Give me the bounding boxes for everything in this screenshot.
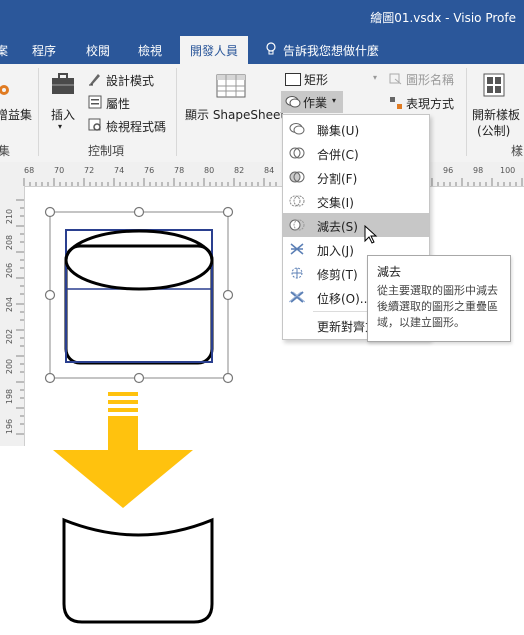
resize-handle bbox=[133, 206, 145, 218]
shape-name-icon bbox=[389, 73, 402, 85]
ribbon-tab-bar: 案 程序 校閱 檢視 開發人員 告訴我您想做什麼 bbox=[0, 36, 524, 64]
ruler-label: 96 bbox=[443, 166, 454, 175]
ruler-label: 74 bbox=[114, 166, 125, 175]
menu-item-label: 交集(I) bbox=[317, 196, 354, 210]
menu-item-combine[interactable]: 合併(C) bbox=[283, 141, 429, 165]
ruler-label: 72 bbox=[84, 166, 95, 175]
tooltip-title: 減去 bbox=[377, 265, 402, 279]
fragment-icon bbox=[289, 171, 305, 183]
tab-process[interactable]: 程序 bbox=[32, 42, 56, 59]
intersect-icon bbox=[289, 195, 305, 207]
properties-icon bbox=[88, 95, 102, 109]
view-code-icon bbox=[88, 118, 102, 132]
stencil-group-label: 樣 bbox=[511, 144, 524, 158]
menu-item-label: 合併(C) bbox=[317, 148, 359, 162]
menu-item-intersect[interactable]: 交集(I) bbox=[283, 189, 429, 213]
rectangle-button[interactable]: 矩形 bbox=[304, 71, 328, 88]
menu-item-label: 聯集(U) bbox=[317, 124, 360, 138]
addins-group-label: 集 bbox=[0, 144, 11, 158]
title-bar: 繪圖01.vsdx - Visio Profe bbox=[0, 0, 524, 36]
result-shape bbox=[62, 517, 214, 624]
new-stencil-metric-label: (公制) bbox=[477, 124, 511, 138]
show-shapesheet-button[interactable]: 顯示 ShapeSheet bbox=[185, 106, 285, 123]
combine-icon bbox=[289, 147, 305, 159]
gear-icon bbox=[0, 82, 12, 98]
resize-handle bbox=[222, 289, 234, 301]
shape-name-button[interactable]: 圖形名稱 bbox=[406, 71, 454, 88]
operations-label: 作業 bbox=[303, 96, 328, 110]
horizontal-ruler: 68 70 72 74 76 78 80 82 84 96 98 100 bbox=[0, 162, 524, 187]
resize-handle bbox=[222, 206, 234, 218]
subtract-icon bbox=[289, 219, 305, 231]
ruler-label: 98 bbox=[473, 166, 484, 175]
union-icon bbox=[289, 123, 305, 135]
offset-icon bbox=[289, 291, 305, 303]
chevron-down-icon: ▾ bbox=[332, 96, 337, 105]
tooltip-description: 從主要選取的圖形中減去後續選取的圖形之重疊區域，以建立圖形。 bbox=[377, 284, 498, 329]
group-divider bbox=[466, 68, 467, 156]
stencil-icon bbox=[482, 72, 506, 98]
operations-button[interactable]: 作業 ▾ bbox=[281, 91, 343, 113]
controls-group-label: 控制項 bbox=[88, 144, 125, 158]
ruler-label: 76 bbox=[144, 166, 155, 175]
shapesheet-icon bbox=[216, 74, 246, 98]
menu-item-union[interactable]: 聯集(U) bbox=[283, 117, 429, 141]
group-divider bbox=[176, 68, 177, 156]
mouse-cursor-icon bbox=[364, 225, 378, 244]
menu-item-label: 分割(F) bbox=[317, 172, 358, 186]
window-title: 繪圖01.vsdx - Visio Profe bbox=[370, 11, 516, 25]
tab-developer[interactable]: 開發人員 bbox=[180, 36, 249, 64]
resize-handle bbox=[44, 372, 56, 384]
menu-item-fragment[interactable]: 分割(F) bbox=[283, 165, 429, 189]
menu-item-label: 位移(O)... bbox=[317, 292, 372, 306]
behavior-icon bbox=[389, 96, 403, 110]
tab-review[interactable]: 校閱 bbox=[86, 42, 110, 59]
operations-icon bbox=[285, 96, 301, 108]
view-code-button[interactable]: 檢視程式碼 bbox=[106, 118, 166, 135]
rectangle-icon bbox=[285, 73, 301, 86]
rounded-rectangle-shape bbox=[64, 244, 214, 365]
new-stencil-label[interactable]: 開新樣板 bbox=[472, 106, 520, 123]
menu-item-label: 減去(S) bbox=[317, 220, 358, 234]
ruler-label: 82 bbox=[234, 166, 245, 175]
menu-item-subtract[interactable]: 減去(S) bbox=[283, 213, 429, 237]
ribbon: 增益集 集 插入 ▾ 設計模式 屬性 檢視程式碼 控制項 顯示 ShapeShe… bbox=[0, 64, 524, 163]
resize-handle bbox=[133, 372, 145, 384]
insert-button[interactable]: 插入 bbox=[51, 106, 75, 123]
addins-button[interactable]: 增益集 bbox=[0, 106, 32, 123]
arrow-stripe bbox=[108, 400, 138, 404]
group-divider bbox=[38, 68, 39, 156]
design-mode-button[interactable]: 設計模式 bbox=[106, 72, 154, 89]
resize-handle bbox=[44, 206, 56, 218]
resize-handle bbox=[222, 372, 234, 384]
menu-item-label: 修剪(T) bbox=[317, 268, 358, 282]
design-mode-icon bbox=[88, 72, 102, 86]
tab-file[interactable]: 案 bbox=[0, 42, 8, 59]
down-arrow-icon bbox=[53, 416, 193, 508]
ruler-label: 78 bbox=[174, 166, 185, 175]
toolbox-icon bbox=[49, 72, 77, 96]
ruler-label: 68 bbox=[24, 166, 35, 175]
behavior-button[interactable]: 表現方式 bbox=[406, 95, 454, 112]
resize-handle bbox=[44, 289, 56, 301]
chevron-down-icon: ▾ bbox=[58, 122, 63, 131]
menu-item-label: 加入(J) bbox=[317, 244, 354, 258]
chevron-down-icon: ▾ bbox=[373, 73, 378, 82]
trim-icon bbox=[291, 267, 303, 279]
ruler-label: 84 bbox=[264, 166, 275, 175]
ruler-label: 70 bbox=[54, 166, 65, 175]
ruler-label: 80 bbox=[204, 166, 215, 175]
join-icon bbox=[290, 243, 304, 255]
properties-button[interactable]: 屬性 bbox=[106, 95, 130, 112]
arrow-stripe bbox=[108, 408, 138, 412]
drawing-canvas[interactable] bbox=[0, 186, 524, 635]
arrow-stripe bbox=[108, 392, 138, 396]
tooltip: 減去 從主要選取的圖形中減去後續選取的圖形之重疊區域，以建立圖形。 bbox=[367, 255, 511, 342]
lightbulb-icon bbox=[266, 42, 276, 59]
ruler-label: 100 bbox=[500, 166, 516, 175]
tell-me-search[interactable]: 告訴我您想做什麼 bbox=[283, 42, 379, 59]
tab-view[interactable]: 檢視 bbox=[138, 42, 162, 59]
